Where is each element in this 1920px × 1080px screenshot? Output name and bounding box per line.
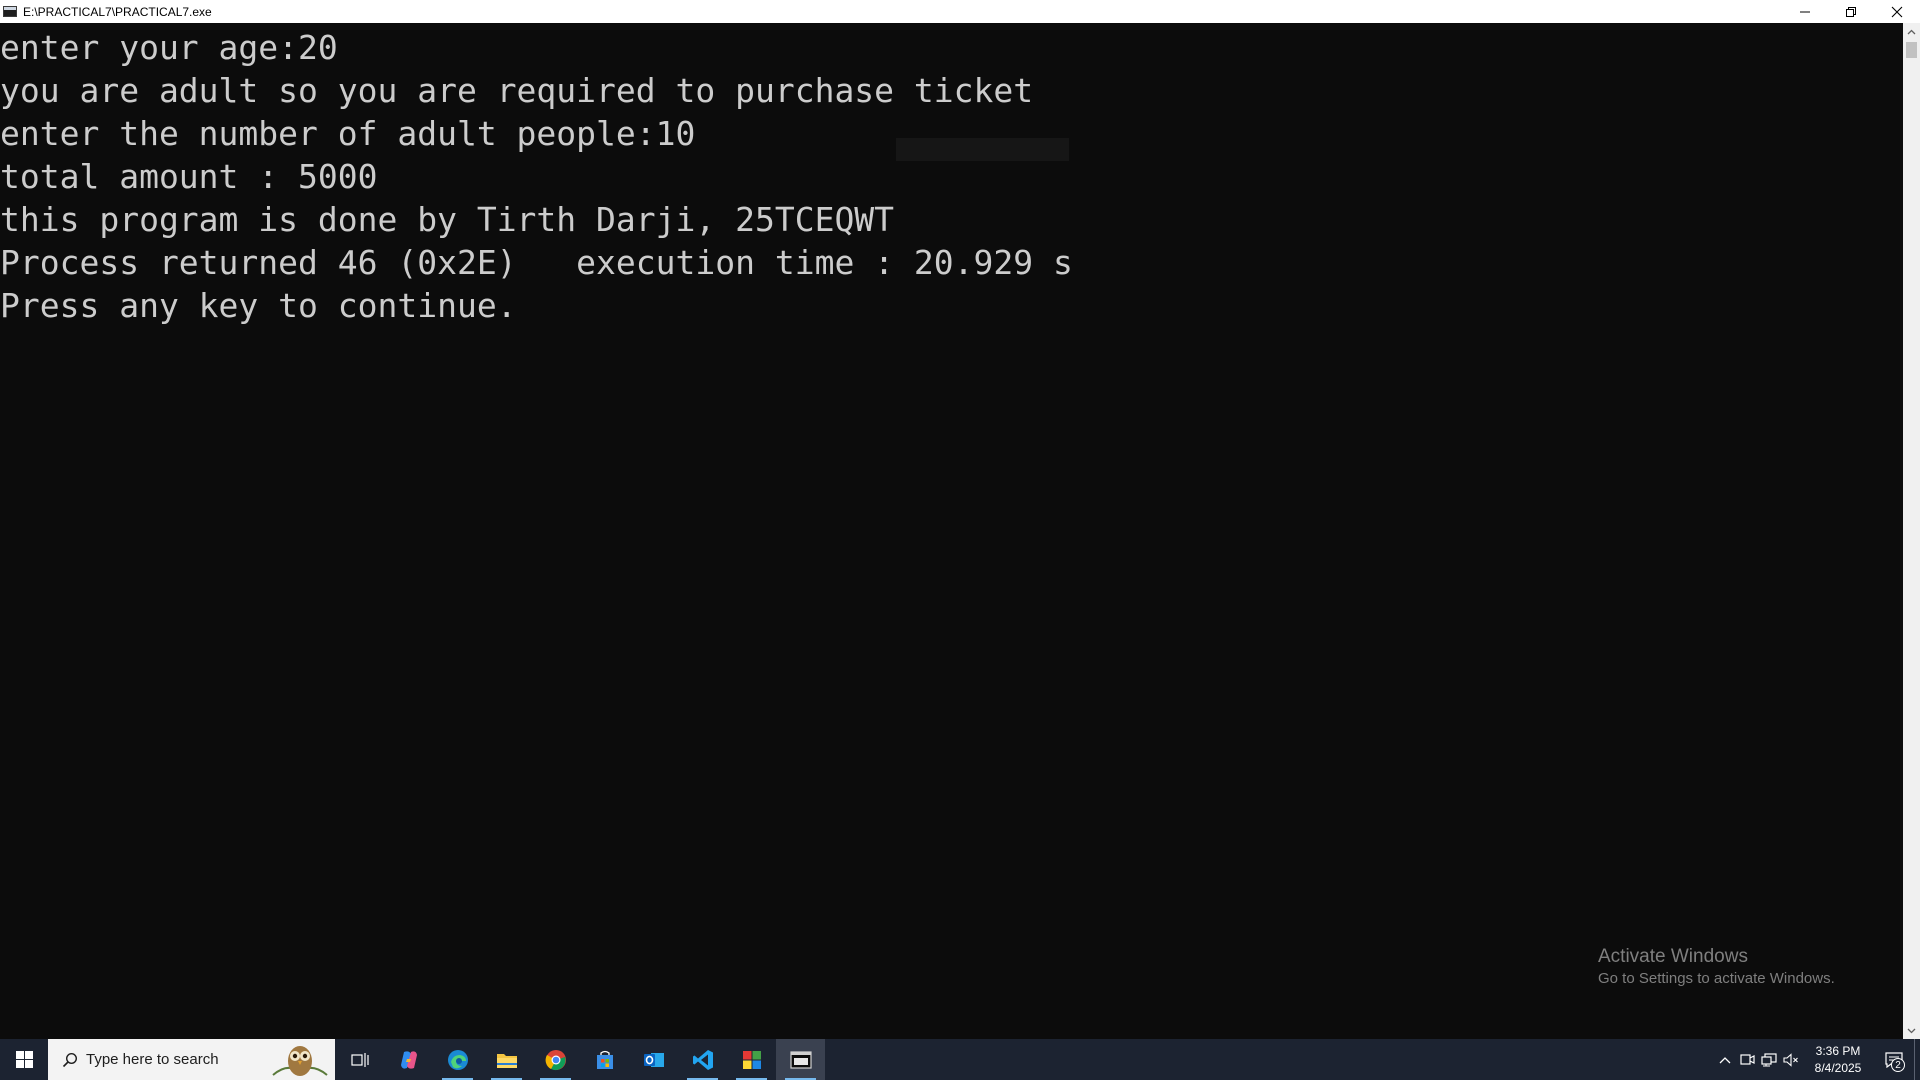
chevron-down-icon (1907, 1028, 1916, 1033)
outlook-icon (643, 1052, 664, 1067)
console-line-total: total amount : 5000 (0, 157, 378, 196)
system-tray: 3:36 PM 8/4/2025 2 (1714, 1039, 1920, 1080)
codeblocks-icon (742, 1050, 761, 1069)
activate-windows-watermark: Activate Windows Go to Settings to activ… (1598, 945, 1835, 989)
codeblocks-button[interactable] (727, 1039, 776, 1080)
task-view-icon (350, 1052, 369, 1067)
close-icon (1891, 6, 1903, 17)
start-button[interactable] (0, 1039, 48, 1080)
edge-button[interactable] (433, 1039, 482, 1080)
console-line-press-key: Press any key to continue. (0, 286, 517, 325)
windows-logo-icon (15, 1051, 33, 1068)
chrome-button[interactable] (531, 1039, 580, 1080)
restore-button[interactable] (1828, 0, 1874, 23)
restore-icon (1846, 6, 1856, 17)
search-highlight-owl-icon[interactable] (269, 1041, 331, 1078)
console-window-icon (789, 1050, 812, 1069)
vscode-icon (692, 1049, 713, 1070)
volume-muted-icon (1783, 1052, 1798, 1067)
title-bar[interactable]: E:\PRACTICAL7\PRACTICAL7.exe (0, 0, 1920, 23)
network-icon (1761, 1052, 1777, 1066)
console-line-age: enter your age:20 (0, 28, 338, 67)
close-button[interactable] (1874, 0, 1920, 23)
task-view-button[interactable] (335, 1039, 384, 1080)
file-explorer-icon (496, 1053, 517, 1068)
copilot-button[interactable] (384, 1039, 433, 1080)
show-desktop-button[interactable] (1914, 1039, 1920, 1080)
console-output[interactable]: enter your age:20 you are adult so you a… (0, 23, 1903, 1039)
activate-heading: Activate Windows (1598, 946, 1748, 967)
taskbar: Type here to search 3:36 PM 8/4/2025 2 (0, 1039, 1920, 1080)
volume-button[interactable] (1780, 1039, 1802, 1080)
edge-icon (447, 1049, 468, 1070)
store-button[interactable] (580, 1039, 629, 1080)
scroll-down-button[interactable] (1903, 1022, 1920, 1039)
meet-now-button[interactable] (1736, 1039, 1758, 1080)
copilot-icon (400, 1050, 417, 1069)
console-line-adult-message: you are adult so you are required to pur… (0, 71, 1034, 110)
minimize-icon (1800, 11, 1810, 12)
scroll-thumb[interactable] (1906, 42, 1917, 58)
outlook-button[interactable] (629, 1039, 678, 1080)
clock-time: 3:36 PM (1815, 1043, 1861, 1058)
taskbar-clock[interactable]: 3:36 PM 8/4/2025 (1802, 1043, 1874, 1077)
window-controls (1782, 0, 1920, 23)
action-center-button[interactable]: 2 (1874, 1039, 1914, 1080)
console-line-process-returned: Process returned 46 (0x2E) execution tim… (0, 243, 1073, 282)
chrome-icon (545, 1049, 566, 1070)
vertical-scrollbar[interactable] (1903, 23, 1920, 1039)
chevron-up-icon (1719, 1056, 1731, 1063)
minimize-button[interactable] (1782, 0, 1828, 23)
camera-icon (1739, 1054, 1755, 1065)
show-hidden-icons-button[interactable] (1714, 1039, 1736, 1080)
chevron-up-icon (1907, 29, 1916, 34)
console-line-author: this program is done by Tirth Darji, 25T… (0, 200, 895, 239)
console-window-button[interactable] (776, 1039, 825, 1080)
search-icon (62, 1052, 78, 1067)
clock-date: 8/4/2025 (1814, 1060, 1862, 1075)
file-explorer-button[interactable] (482, 1039, 531, 1080)
vscode-button[interactable] (678, 1039, 727, 1080)
activate-subtext: Go to Settings to activate Windows. (1598, 970, 1835, 987)
notification-count-badge: 2 (1891, 1058, 1905, 1072)
console-line-people: enter the number of adult people:10 (0, 114, 696, 153)
store-icon (596, 1050, 613, 1069)
search-placeholder: Type here to search (86, 1051, 219, 1068)
window-title: E:\PRACTICAL7\PRACTICAL7.exe (23, 4, 212, 19)
console-app-icon[interactable] (3, 6, 17, 17)
network-button[interactable] (1758, 1039, 1780, 1080)
scroll-up-button[interactable] (1903, 23, 1920, 40)
taskbar-search-box[interactable]: Type here to search (48, 1039, 335, 1080)
